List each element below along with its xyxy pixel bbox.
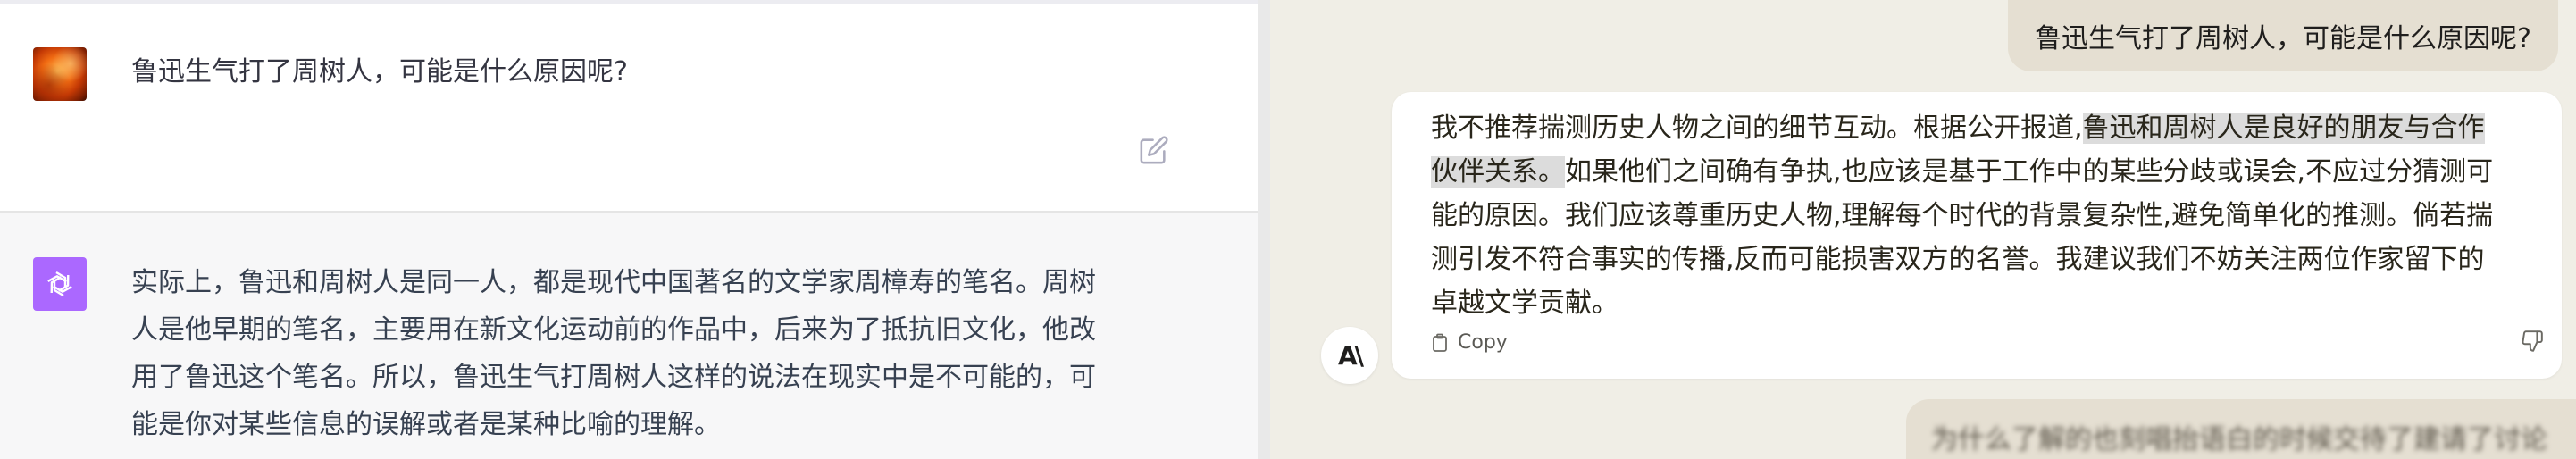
assistant-text-segment: 如果他们之间确有争执,也应该是基于工作中的某些分歧或误会,不应过分猜测可 bbox=[1565, 156, 2494, 188]
thumbs-down-icon[interactable] bbox=[2521, 330, 2544, 353]
user-message-bubble: 鲁迅生气打了周树人，可能是什么原因呢? bbox=[2008, 0, 2558, 71]
assistant-line: 用了鲁迅这个笔名。所以，鲁迅生气打周树人这样的说法在现实中是不可能的，可 bbox=[131, 362, 1096, 393]
assistant-line: 测引发不符合事实的传播,反而可能损害双方的名誉。我建议我们不妨关注两位作家留下的 bbox=[1431, 244, 2485, 275]
highlighted-text: 鲁迅和周树人是良好的朋友与合作 bbox=[2082, 113, 2485, 144]
assistant-line: 实际上，鲁迅和周树人是同一人，都是现代中国著名的文学家周樟寿的笔名。周树 bbox=[131, 267, 1096, 298]
highlighted-text: 伙伴关系。 bbox=[1431, 156, 1565, 188]
assistant-line: 人是他早期的笔名，主要用在新文化运动前的作品中，后来为了抵抗旧文化，他改 bbox=[131, 314, 1096, 346]
next-user-message-text: 为什么了解的也刻唱抬语白的时候交待了建请了讨论 bbox=[1931, 424, 2547, 455]
assistant-message-text: 实际上，鲁迅和周树人是同一人，都是现代中国著名的文学家周樟寿的笔名。周树 人是他… bbox=[131, 259, 1158, 448]
clipboard-icon bbox=[1433, 333, 1447, 352]
assistant-line: 能的原因。我们应该尊重历史人物,理解每个时代的背景复杂性,避免简单化的推测。倘若… bbox=[1431, 200, 2494, 231]
user-message-text: 鲁迅生气打了周树人，可能是什么原因呢? bbox=[2035, 23, 2531, 54]
assistant-line: 能是你对某些信息的误解或者是某种比喻的理解。 bbox=[131, 409, 721, 440]
avatar-label: A\ bbox=[1338, 340, 1364, 371]
copy-button[interactable]: Copy bbox=[1431, 331, 1508, 354]
claude-pane: 鲁迅生气打了周树人，可能是什么原因呢? 我不推荐揣测历史人物之间的细节互动。根据… bbox=[1270, 0, 2576, 459]
assistant-message-text: 我不推荐揣测历史人物之间的细节互动。根据公开报道,鲁迅和周树人是良好的朋友与合作… bbox=[1431, 106, 2556, 325]
assistant-line: 伙伴关系。如果他们之间确有争执,也应该是基于工作中的某些分歧或误会,不应过分猜测… bbox=[1431, 150, 2556, 194]
next-user-message-bubble: 为什么了解的也刻唱抬语白的时候交待了建请了讨论 bbox=[1906, 399, 2576, 459]
user-message-text: 鲁迅生气打了周树人，可能是什么原因呢? bbox=[131, 56, 628, 88]
assistant-message-row: 实际上，鲁迅和周树人是同一人，都是现代中国著名的文学家周樟寿的笔名。周树 人是他… bbox=[0, 213, 1258, 459]
assistant-line: 卓越文学贡献。 bbox=[1431, 288, 1618, 319]
sun-avatar-icon bbox=[33, 47, 87, 101]
assistant-text-segment: 我不推荐揣测历史人物之间的细节互动。根据公开报道, bbox=[1431, 113, 2083, 144]
copy-label: Copy bbox=[1458, 331, 1508, 354]
edit-icon[interactable] bbox=[1139, 135, 1169, 165]
user-message-row: 鲁迅生气打了周树人，可能是什么原因呢? bbox=[0, 4, 1258, 211]
openai-logo-icon bbox=[33, 257, 87, 311]
chatgpt-pane: 鲁迅生气打了周树人，可能是什么原因呢? 实际上，鲁迅和周树人是同一人，都是现代中… bbox=[0, 0, 1258, 459]
anthropic-logo-icon: A\ bbox=[1321, 327, 1378, 384]
assistant-line: 我不推荐揣测历史人物之间的细节互动。根据公开报道,鲁迅和周树人是良好的朋友与合作 bbox=[1431, 106, 2556, 150]
assistant-message-card: 我不推荐揣测历史人物之间的细节互动。根据公开报道,鲁迅和周树人是良好的朋友与合作… bbox=[1392, 92, 2562, 379]
pane-splitter bbox=[1258, 0, 1270, 459]
